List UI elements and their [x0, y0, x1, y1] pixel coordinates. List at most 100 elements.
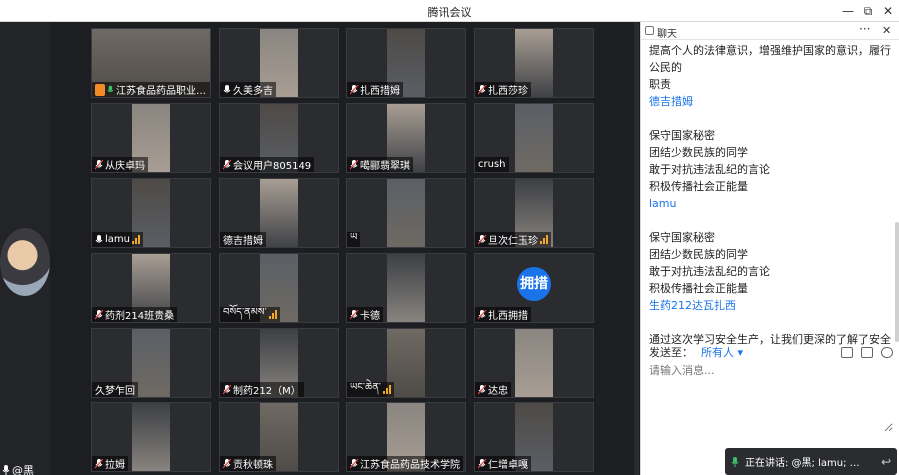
participant-name-bar: ཡ	[347, 232, 361, 247]
mic-icon	[95, 234, 103, 242]
collapse-icon[interactable]: ↩	[881, 455, 891, 469]
participant-tile[interactable]: 会议用户805149	[219, 103, 339, 173]
mic-muted-icon	[478, 309, 486, 319]
chat-message-line: 积极传播社会正能量	[649, 282, 748, 295]
chat-message-line: 积极传播社会正能量	[649, 180, 748, 193]
participant-tile[interactable]: 久梦乍回	[91, 328, 211, 398]
participant-tile[interactable]: 德吉措姆	[219, 178, 339, 248]
participant-tile[interactable]: 噶郦翡翠琪	[346, 103, 466, 173]
self-avatar[interactable]	[0, 228, 50, 296]
participant-tile[interactable]: 江苏食品药品职业技术...	[91, 28, 211, 98]
mic-icon	[2, 465, 10, 475]
chat-sender-name[interactable]: lamu	[649, 195, 893, 212]
mic-muted-icon	[223, 159, 231, 169]
grid-scrollbar[interactable]	[634, 22, 639, 475]
screenshot-icon[interactable]	[861, 346, 873, 358]
participant-name: 噶郦翡翠琪	[360, 161, 410, 172]
self-name: @黑	[12, 464, 34, 475]
participant-name-bar: 会议用户805149	[220, 157, 315, 172]
participant-tile[interactable]: 贡秋顿珠	[219, 402, 339, 472]
mic-muted-icon	[95, 309, 103, 319]
participant-name: 江苏食品药品技术学院	[360, 460, 460, 471]
speaking-text: 正在讲话: @黑; lamu; 江...	[745, 458, 863, 469]
send-to-dropdown[interactable]: 所有人 ▾	[701, 344, 743, 360]
mic-icon	[107, 85, 114, 92]
more-options-icon[interactable]: ···	[859, 22, 870, 36]
participant-name: ཡ	[350, 231, 358, 243]
participant-name-bar: 江苏食品药品技术学院	[347, 456, 463, 471]
participant-tile[interactable]: 药剂214班贵桑	[91, 253, 211, 323]
chat-message-line: 保守国家秘密	[649, 231, 715, 244]
participant-video	[387, 179, 425, 247]
chat-input[interactable]	[649, 362, 893, 432]
mic-muted-icon	[478, 84, 486, 94]
participant-name: 贡秋顿珠	[233, 460, 273, 471]
restore-button[interactable]: ⧉	[857, 2, 879, 20]
participant-tile[interactable]: 拥措扎西拥措	[474, 253, 594, 323]
participant-name: 久美多吉	[233, 86, 273, 97]
send-to-row: 发送至： 所有人 ▾	[649, 344, 893, 360]
participant-tile[interactable]: 从庆卓玛	[91, 103, 211, 173]
participant-tile[interactable]: 仁增卓嘎	[474, 402, 594, 472]
participant-name-bar: crush	[475, 157, 509, 172]
participant-tile[interactable]: 旦次仁玉珍	[474, 178, 594, 248]
participant-tile[interactable]: 扎西莎珍	[474, 28, 594, 98]
folder-icon[interactable]	[841, 346, 853, 358]
participant-tile[interactable]: 江苏食品药品技术学院	[346, 402, 466, 472]
participant-name: 制药212（M）	[233, 386, 301, 397]
participant-name-bar: ཡང་ཆེན་	[347, 382, 395, 397]
signal-strength-icon	[132, 235, 140, 244]
chat-scrollbar[interactable]	[895, 222, 899, 342]
participant-name-bar: 扎西拥措	[475, 307, 531, 322]
participant-tile[interactable]: ཡང་ཆེན་	[346, 328, 466, 398]
participant-tile[interactable]: 达忠	[474, 328, 594, 398]
participant-tile[interactable]: 拉姆	[91, 402, 211, 472]
participant-name-bar: 贡秋顿珠	[220, 456, 276, 471]
user-settings-icon[interactable]	[881, 346, 893, 358]
speaking-indicator: 正在讲话: @黑; lamu; 江... ↩	[725, 448, 897, 475]
participant-name: 会议用户805149	[233, 161, 312, 172]
chat-message-line: 保守国家秘密	[649, 129, 715, 142]
participant-tile[interactable]: 久美多吉	[219, 28, 339, 98]
minimize-button[interactable]: —	[837, 2, 859, 20]
mic-muted-icon	[478, 384, 486, 394]
participant-tile[interactable]: བསོད་ནམས་	[219, 253, 339, 323]
participant-tile[interactable]: 卡德	[346, 253, 466, 323]
participant-name-bar: 噶郦翡翠琪	[347, 157, 413, 172]
participant-name-bar: 扎西莎珍	[475, 82, 531, 97]
participant-name-bar: 德吉措姆	[220, 232, 266, 247]
chat-close-button[interactable]: ✕	[882, 24, 891, 37]
participant-name: 仁增卓嘎	[488, 460, 528, 471]
mic-muted-icon	[350, 309, 358, 319]
participant-name: 扎西莎珍	[488, 86, 528, 97]
participant-name: 药剂214班贵桑	[105, 311, 175, 322]
host-badge-icon	[95, 83, 106, 96]
signal-strength-icon	[383, 385, 392, 394]
participant-name: 卡德	[360, 311, 380, 322]
mic-muted-icon	[223, 458, 231, 468]
mic-muted-icon	[95, 159, 103, 169]
participant-tile[interactable]: crush	[474, 103, 594, 173]
participant-name-bar: 久梦乍回	[92, 382, 138, 397]
mic-muted-icon	[350, 84, 358, 94]
participant-name-bar: 药剂214班贵桑	[92, 307, 178, 322]
chat-sender-name[interactable]: 生药212达瓦扎西	[649, 297, 893, 314]
participant-tile[interactable]: ཡ	[346, 178, 466, 248]
signal-strength-icon	[268, 310, 277, 319]
participant-tile[interactable]: 扎西措姆	[346, 28, 466, 98]
participant-tile[interactable]: lamu	[91, 178, 211, 248]
chat-message-line: 敢于对抗违法乱纪的言论	[649, 265, 770, 278]
chat-title: 聊天	[657, 29, 677, 40]
participant-name-bar: 制药212（M）	[220, 382, 304, 397]
chat-icon	[645, 26, 654, 35]
participant-name: 江苏食品药品职业技术...	[115, 86, 209, 97]
participant-tile[interactable]: 制药212（M）	[219, 328, 339, 398]
participant-name: 久梦乍回	[95, 386, 135, 397]
mic-muted-icon	[478, 234, 486, 244]
close-button[interactable]: ✕	[877, 2, 899, 20]
participant-name: 德吉措姆	[223, 236, 263, 247]
chat-sender-name[interactable]: 德吉措姆	[649, 93, 893, 110]
participant-avatar: 拥措	[517, 267, 551, 301]
self-name-bar: @黑	[2, 462, 34, 475]
self-video-strip	[0, 22, 50, 475]
